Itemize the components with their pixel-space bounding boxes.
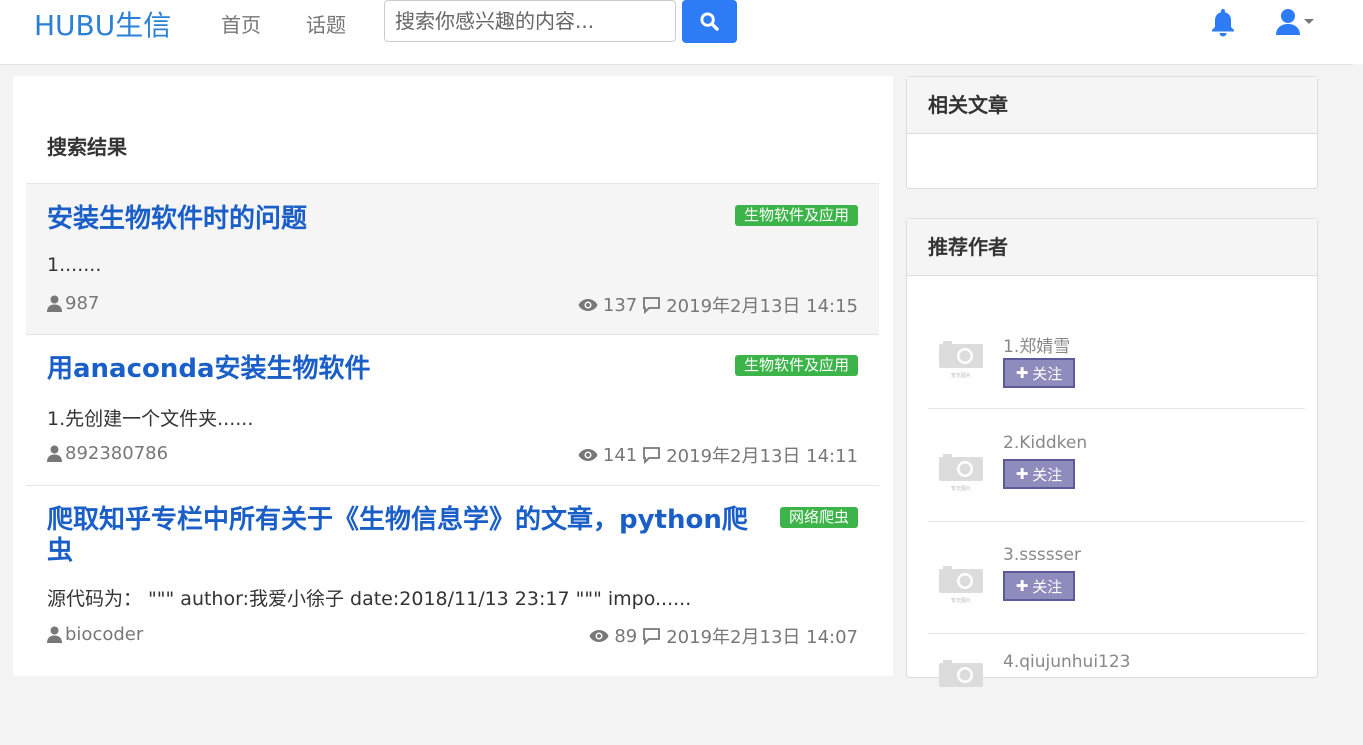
user-icon bbox=[1276, 9, 1300, 35]
author-name[interactable]: 1.郑婧雪 bbox=[1003, 332, 1070, 357]
view-count: 141 bbox=[602, 444, 638, 466]
author-name: biocoder bbox=[65, 624, 144, 645]
avatar-placeholder-text: 暂无图片 bbox=[951, 485, 971, 492]
search-results-panel: 搜索结果 安装生物软件时的问题 生物软件及应用 1....... 987 137… bbox=[13, 76, 893, 676]
bell-icon bbox=[1212, 9, 1234, 37]
nav-link-topics[interactable]: 话题 bbox=[306, 9, 346, 38]
author-card: 4.qiujunhui123 bbox=[928, 633, 1305, 745]
author-name[interactable]: 3.ssssser bbox=[1003, 545, 1081, 565]
comment-icon bbox=[643, 297, 661, 314]
article-excerpt: 1.先创建一个文件夹...... bbox=[47, 408, 254, 430]
user-menu[interactable] bbox=[1275, 8, 1315, 36]
post-date: 2019年2月13日 14:07 bbox=[666, 627, 858, 648]
article-item[interactable]: 爬取知乎专栏中所有关于《生物信息学》的文章，python爬虫 网络爬虫 源代码为… bbox=[26, 485, 879, 665]
article-tag[interactable]: 生物软件及应用 bbox=[734, 355, 858, 376]
view-count: 89 bbox=[614, 625, 638, 647]
article-tag[interactable]: 网络爬虫 bbox=[779, 507, 858, 528]
recommended-authors-heading: 推荐作者 bbox=[907, 219, 1317, 276]
follow-label: 关注 bbox=[1032, 577, 1063, 596]
avatar-placeholder-text: 暂无图片 bbox=[951, 597, 971, 604]
author-card: 暂无图片 3.ssssser ✚ 关注 bbox=[928, 521, 1305, 634]
article-author[interactable]: biocoder bbox=[47, 624, 143, 645]
page-scrollbar[interactable] bbox=[1353, 64, 1363, 667]
article-tag[interactable]: 生物软件及应用 bbox=[734, 205, 858, 226]
author-card: 暂无图片 2.Kiddken ✚ 关注 bbox=[928, 409, 1305, 522]
comment-icon bbox=[643, 628, 661, 645]
eye-icon bbox=[578, 299, 598, 311]
post-date: 2019年2月13日 14:11 bbox=[666, 446, 858, 467]
article-title[interactable]: 用anaconda安装生物软件 bbox=[47, 354, 772, 385]
author-name[interactable]: 4.qiujunhui123 bbox=[1003, 652, 1131, 672]
avatar-placeholder-text: 暂无图片 bbox=[951, 372, 971, 379]
search-icon bbox=[700, 12, 719, 31]
avatar-placeholder-icon[interactable]: 暂无图片 bbox=[937, 563, 985, 605]
follow-label: 关注 bbox=[1032, 465, 1063, 484]
notifications-button[interactable] bbox=[1207, 6, 1239, 42]
author-name: 892380786 bbox=[65, 443, 169, 464]
brand-logo[interactable]: HUBU生信 bbox=[34, 4, 171, 44]
related-articles-heading: 相关文章 bbox=[907, 77, 1317, 134]
avatar-placeholder-icon[interactable] bbox=[937, 657, 985, 699]
nav-link-home[interactable]: 首页 bbox=[221, 9, 261, 38]
user-icon bbox=[47, 445, 62, 462]
related-articles-panel: 相关文章 bbox=[906, 76, 1318, 189]
avatar-placeholder-icon[interactable]: 暂无图片 bbox=[937, 338, 985, 380]
follow-button[interactable]: ✚ 关注 bbox=[1003, 571, 1075, 601]
caret-down-icon bbox=[1304, 19, 1314, 24]
user-icon bbox=[47, 626, 62, 643]
article-stats: 141 2019年2月13日 14:11 bbox=[578, 442, 858, 468]
author-name[interactable]: 2.Kiddken bbox=[1003, 433, 1087, 453]
top-navbar: HUBU生信 首页 话题 bbox=[0, 0, 1363, 65]
article-stats: 89 2019年2月13日 14:07 bbox=[589, 623, 858, 649]
article-excerpt: 源代码为： """ author:我爱小徐子 date:2018/11/13 2… bbox=[47, 588, 692, 610]
avatar-placeholder-icon[interactable]: 暂无图片 bbox=[937, 451, 985, 493]
search-input[interactable] bbox=[384, 0, 676, 42]
article-title[interactable]: 安装生物软件时的问题 bbox=[47, 204, 772, 235]
plus-icon: ✚ bbox=[1015, 465, 1029, 483]
article-stats: 137 2019年2月13日 14:15 bbox=[578, 292, 858, 318]
eye-icon bbox=[589, 630, 609, 642]
user-icon bbox=[47, 295, 62, 312]
eye-icon bbox=[578, 449, 598, 461]
article-item[interactable]: 安装生物软件时的问题 生物软件及应用 1....... 987 137 2019… bbox=[26, 183, 879, 334]
comment-icon bbox=[643, 447, 661, 464]
follow-button[interactable]: ✚ 关注 bbox=[1003, 459, 1075, 489]
article-excerpt: 1....... bbox=[47, 254, 102, 276]
search-button[interactable] bbox=[682, 0, 737, 43]
article-author[interactable]: 987 bbox=[47, 293, 99, 314]
plus-icon: ✚ bbox=[1015, 364, 1029, 382]
post-date: 2019年2月13日 14:15 bbox=[666, 296, 858, 317]
results-heading: 搜索结果 bbox=[47, 135, 127, 159]
follow-label: 关注 bbox=[1032, 364, 1063, 383]
article-author[interactable]: 892380786 bbox=[47, 443, 168, 464]
plus-icon: ✚ bbox=[1015, 577, 1029, 595]
article-item[interactable]: 用anaconda安装生物软件 生物软件及应用 1.先创建一个文件夹......… bbox=[26, 334, 879, 485]
follow-button[interactable]: ✚ 关注 bbox=[1003, 358, 1075, 388]
article-title[interactable]: 爬取知乎专栏中所有关于《生物信息学》的文章，python爬虫 bbox=[47, 505, 772, 567]
recommended-authors-panel: 推荐作者 暂无图片 1.郑婧雪 ✚ 关注 暂无图片 2.Kiddken ✚ 关注 bbox=[906, 218, 1318, 687]
author-name: 987 bbox=[65, 293, 100, 314]
author-card: 暂无图片 1.郑婧雪 ✚ 关注 bbox=[928, 296, 1305, 409]
view-count: 137 bbox=[602, 294, 638, 316]
